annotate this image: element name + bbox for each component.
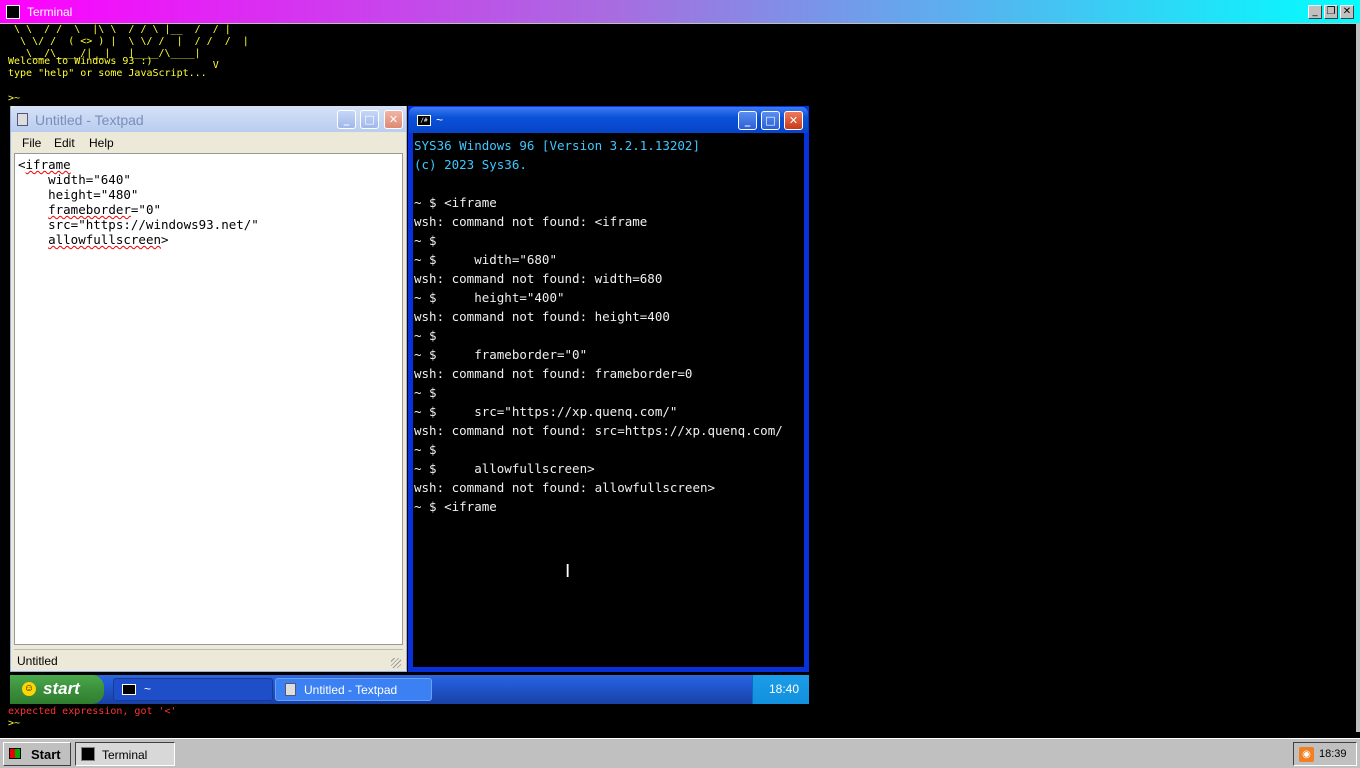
status-text: Untitled [17, 654, 58, 668]
outer-system-tray: ◉ 18:39 [1293, 742, 1357, 766]
resize-grip[interactable] [391, 658, 401, 668]
editor-text: frameborder [48, 202, 131, 217]
taskbar-item-terminal[interactable]: ~ [113, 678, 273, 701]
welcome-message: Welcome to Windows 93 :) type "help" or … [8, 56, 207, 79]
start-button[interactable]: ☺ start [10, 675, 104, 704]
editor-text [18, 202, 48, 217]
editor-text [18, 232, 48, 247]
terminal-line: ~ $ <iframe [414, 195, 497, 210]
close-button[interactable]: ✕ [1340, 5, 1354, 19]
editor-text: height="480" [18, 187, 139, 202]
outer-clock: 18:39 [1319, 748, 1347, 760]
taskbar-item-label: Untitled - Textpad [304, 683, 398, 697]
terminal-line: wsh: command not found: allowfullscreen> [414, 480, 716, 495]
textpad-window: Untitled - Textpad _ □ ✕ File Edit Help … [10, 106, 407, 672]
outer-window-title: Terminal [27, 5, 73, 19]
outer-start-button[interactable]: Start [3, 742, 71, 766]
terminal-titlebar[interactable]: /# ~ _ □ ✕ [409, 107, 808, 133]
taskbar-item-label: ~ [144, 682, 152, 696]
terminal-line: ~ $ <iframe [414, 499, 497, 514]
terminal-line: wsh: command not found: src=https://xp.q… [414, 423, 783, 438]
rss-icon[interactable]: ◉ [1299, 747, 1314, 762]
xp-taskbar: ☺ start ~ Untitled - Textpad 18:40 [10, 675, 809, 704]
terminal-line: ~ $ frameborder="0" [414, 347, 588, 362]
terminal-line: ~ $ width="680" [414, 252, 557, 267]
terminal-icon: /# [417, 115, 431, 126]
minimize-button[interactable]: _ [337, 110, 356, 129]
terminal-line: wsh: command not found: width=680 [414, 271, 663, 286]
notepad-icon [17, 113, 28, 126]
editor-text: width="640" [18, 172, 131, 187]
minimize-button[interactable]: _ [738, 111, 757, 130]
windows-logo-icon: ☺ [22, 682, 36, 696]
terminal-line: SYS36 Windows 96 [Version 3.2.1.13202] [414, 138, 700, 153]
terminal-line: ~ $ allowfullscreen> [414, 461, 595, 476]
menu-bar: File Edit Help [14, 132, 403, 153]
maximize-button[interactable]: □ [761, 111, 780, 130]
terminal-line: ~ $ [414, 328, 437, 343]
taskbar-item-textpad[interactable]: Untitled - Textpad [275, 678, 432, 701]
terminal-line: wsh: command not found: frameborder=0 [414, 366, 693, 381]
text-editor-area[interactable]: <iframe width="640" height="480" framebo… [14, 153, 403, 645]
terminal-title: ~ [436, 113, 444, 127]
terminal-line: wsh: command not found: height=400 [414, 309, 670, 324]
start-label: start [43, 679, 80, 698]
maximize-button[interactable]: □ [360, 110, 379, 129]
outer-taskbar-item-terminal[interactable]: Terminal [75, 742, 175, 766]
windows-logo-icon [9, 748, 21, 759]
menu-file[interactable]: File [22, 136, 41, 150]
taskbar-item-label: Terminal [102, 748, 148, 762]
terminal-window: /# ~ _ □ ✕ SYS36 Windows 96 [Version 3.2… [408, 106, 809, 672]
minimize-button[interactable]: _ [1308, 5, 1322, 19]
clock: 18:40 [769, 682, 800, 696]
terminal-output[interactable]: SYS36 Windows 96 [Version 3.2.1.13202] (c… [413, 133, 804, 667]
restore-button[interactable]: ❐ [1324, 5, 1338, 19]
menu-edit[interactable]: Edit [54, 136, 75, 150]
terminal-line: ~ $ src="https://xp.quenq.com/" [414, 404, 678, 419]
terminal-icon [6, 5, 20, 19]
notepad-icon [285, 683, 296, 696]
terminal-icon [122, 684, 136, 695]
outer-prompt-input[interactable]: >~ [8, 718, 20, 730]
terminal-line: ~ $ height="400" [414, 290, 565, 305]
editor-text: < [18, 157, 26, 172]
editor-text: allowfullscreen [48, 232, 161, 247]
system-tray: 18:40 [752, 675, 809, 704]
editor-text: iframe [25, 157, 71, 172]
outer-window-titlebar[interactable]: Terminal _ ❐ ✕ [0, 0, 1360, 24]
editor-text: > [161, 232, 169, 247]
editor-text: ="0" [130, 202, 162, 217]
textpad-titlebar[interactable]: Untitled - Textpad _ □ ✕ [11, 106, 406, 132]
terminal-line: ~ $ [414, 442, 437, 457]
terminal-icon [81, 747, 95, 761]
terminal-line: ~ $ [414, 233, 437, 248]
editor-text: src="https://windows93.net/" [18, 217, 259, 232]
status-bar: Untitled [14, 649, 403, 670]
outer-prompt[interactable]: >~ [8, 93, 20, 105]
outer-start-label: Start [31, 747, 61, 762]
outer-taskbar: Start Terminal ◉ 18:39 [0, 738, 1360, 768]
text-cursor-icon: I [565, 561, 571, 582]
error-message: expected expression, got '<' [8, 706, 177, 717]
menu-help[interactable]: Help [89, 136, 114, 150]
terminal-line: ~ $ [414, 385, 437, 400]
close-button[interactable]: ✕ [384, 110, 403, 129]
textpad-title: Untitled - Textpad [35, 112, 144, 128]
outer-scrollbar[interactable] [1356, 24, 1360, 732]
close-button[interactable]: ✕ [784, 111, 803, 130]
terminal-line: wsh: command not found: <iframe [414, 214, 648, 229]
terminal-line: (c) 2023 Sys36. [414, 157, 527, 172]
